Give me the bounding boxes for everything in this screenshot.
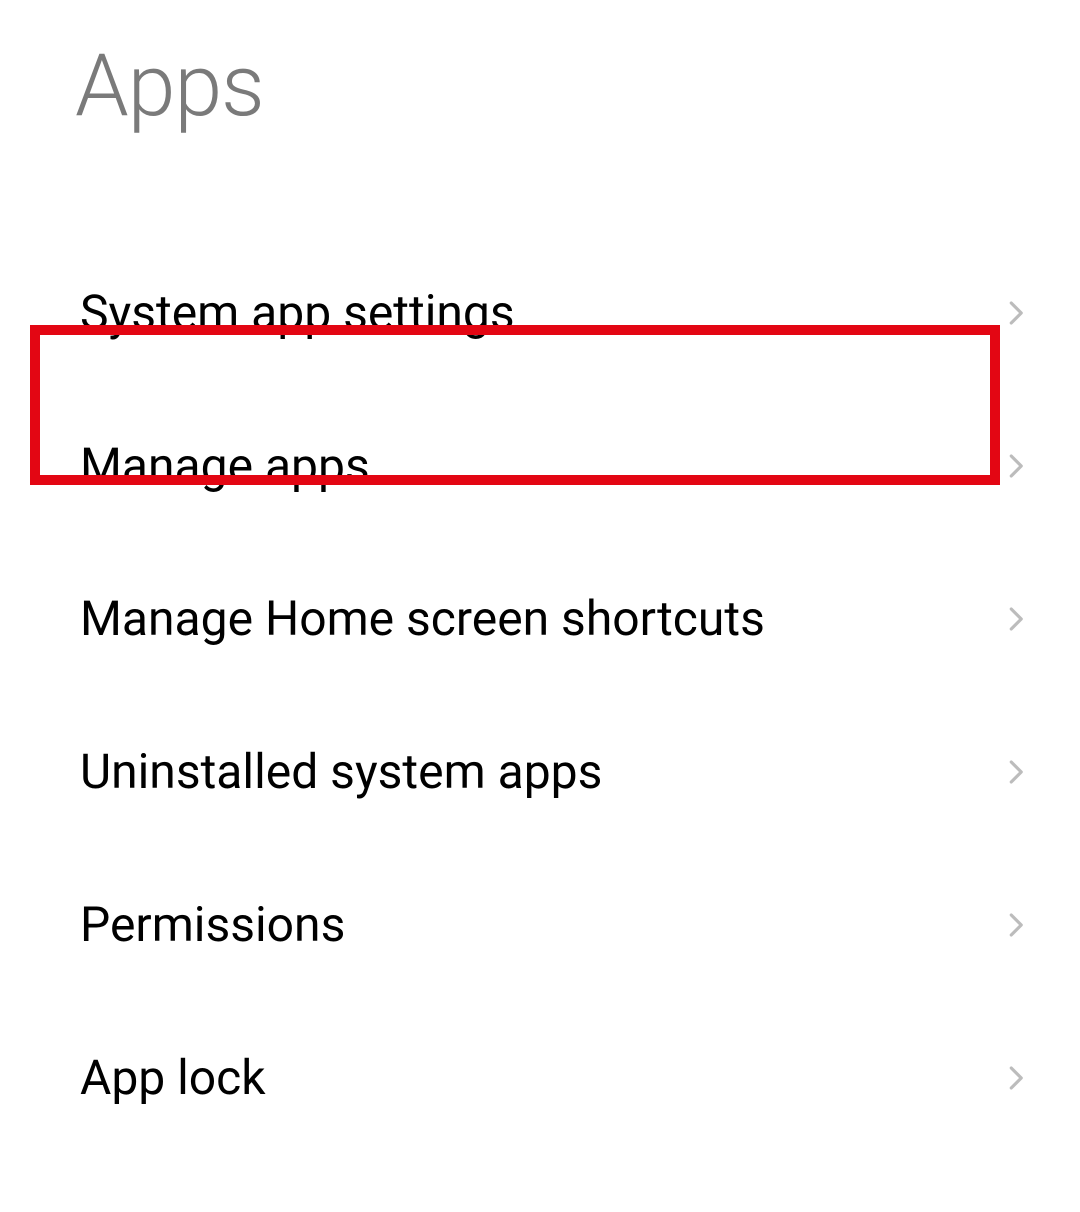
setting-item-system-app-settings[interactable]: System app settings — [0, 236, 1080, 389]
chevron-right-icon — [1000, 451, 1030, 481]
chevron-right-icon — [1000, 1063, 1030, 1093]
setting-item-uninstalled-system-apps[interactable]: Uninstalled system apps — [0, 695, 1080, 848]
setting-label: Manage apps — [80, 437, 370, 494]
chevron-right-icon — [1000, 604, 1030, 634]
chevron-right-icon — [1000, 910, 1030, 940]
chevron-right-icon — [1000, 298, 1030, 328]
setting-label: Manage Home screen shortcuts — [80, 590, 765, 647]
setting-item-manage-apps[interactable]: Manage apps — [0, 389, 1080, 542]
setting-item-manage-home-screen-shortcuts[interactable]: Manage Home screen shortcuts — [0, 542, 1080, 695]
setting-item-app-lock[interactable]: App lock — [0, 1001, 1080, 1154]
setting-label: System app settings — [80, 284, 515, 341]
setting-label: App lock — [80, 1049, 266, 1106]
chevron-right-icon — [1000, 757, 1030, 787]
page-title: Apps — [0, 0, 1080, 136]
settings-list: System app settings Manage apps Manage H… — [0, 236, 1080, 1154]
setting-item-permissions[interactable]: Permissions — [0, 848, 1080, 1001]
apps-settings-container: Apps System app settings Manage apps Man… — [0, 0, 1080, 1212]
setting-label: Uninstalled system apps — [80, 743, 602, 800]
setting-label: Permissions — [80, 896, 345, 953]
